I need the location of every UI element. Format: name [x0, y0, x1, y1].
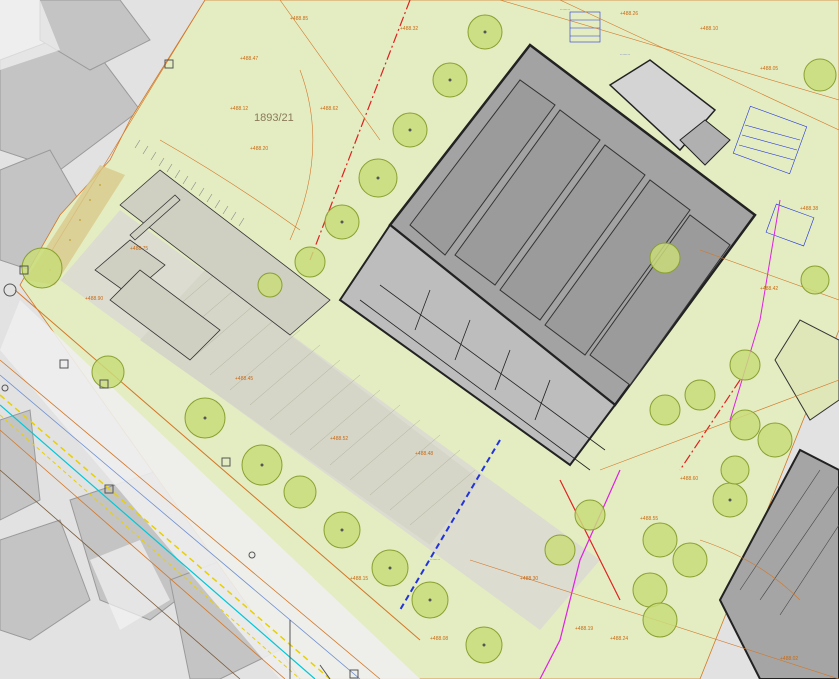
svg-text:........: ........ — [430, 556, 440, 561]
svg-text:+488.47: +488.47 — [240, 56, 258, 62]
svg-text:+488.90: +488.90 — [85, 296, 103, 302]
svg-text:+488.10: +488.10 — [700, 26, 718, 32]
svg-text:+488.38: +488.38 — [800, 206, 818, 212]
svg-text:+488.60: +488.60 — [680, 476, 698, 482]
svg-text:+488.62: +488.62 — [320, 106, 338, 112]
svg-text:+488.48: +488.48 — [415, 451, 433, 457]
svg-text:+488.32: +488.32 — [400, 26, 418, 32]
svg-text:+488.52: +488.52 — [330, 436, 348, 442]
svg-text:+488.55: +488.55 — [640, 516, 658, 522]
svg-text:+488.24: +488.24 — [610, 636, 628, 642]
svg-text:+488.26: +488.26 — [620, 11, 638, 17]
svg-text:+488.05: +488.05 — [760, 66, 778, 72]
svg-text:+488.02: +488.02 — [780, 656, 798, 662]
svg-text:+488.45: +488.45 — [235, 376, 253, 382]
svg-text:+488.30: +488.30 — [520, 576, 538, 582]
svg-text:........: ........ — [620, 51, 630, 56]
svg-text:+488.75: +488.75 — [130, 246, 148, 252]
svg-text:+488.85: +488.85 — [290, 16, 308, 22]
site-plan-map: +488.85 +488.47 +488.12 +488.62 +488.20 … — [0, 0, 839, 679]
svg-text:+488.08: +488.08 — [430, 636, 448, 642]
svg-text:+488.20: +488.20 — [250, 146, 268, 152]
svg-text:+488.12: +488.12 — [230, 106, 248, 112]
parcel-number: 1893/21 — [254, 112, 294, 124]
svg-text:+488.15: +488.15 — [350, 576, 368, 582]
svg-text:+488.19: +488.19 — [575, 626, 593, 632]
svg-text:+488.42: +488.42 — [760, 286, 778, 292]
svg-text:........: ........ — [560, 6, 570, 11]
